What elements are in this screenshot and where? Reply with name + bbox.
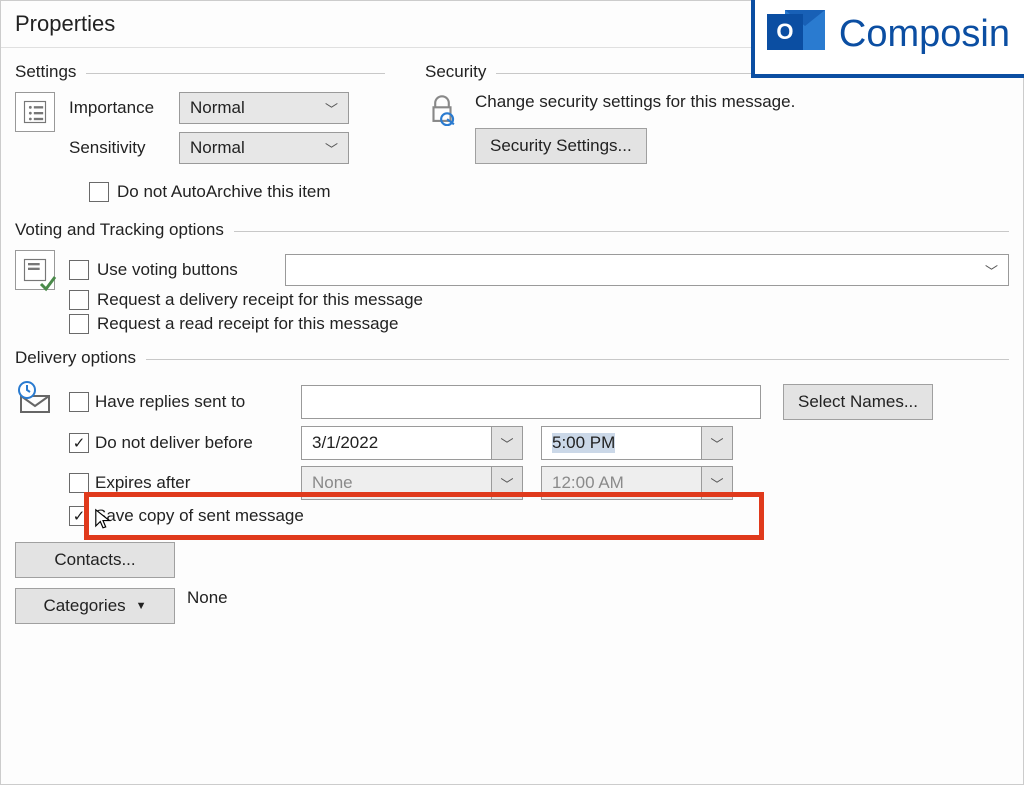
settings-label-text: Settings (15, 62, 76, 82)
save-copy-label: Save copy of sent message (95, 506, 304, 526)
lock-icon (425, 92, 459, 131)
expires-time-dropdown[interactable]: 12:00 AM ﹀ (541, 466, 733, 500)
replies-label: Have replies sent to (95, 392, 295, 412)
select-names-button[interactable]: Select Names... (783, 384, 933, 420)
delivery-icon (15, 378, 55, 418)
overlay-title: Composin (839, 13, 1010, 56)
contacts-input[interactable] (187, 542, 1009, 578)
sensitivity-dropdown[interactable]: Normal ﹀ (179, 132, 349, 164)
voting-group-label: Voting and Tracking options (15, 220, 1009, 240)
use-voting-label: Use voting buttons (97, 260, 277, 280)
delivery-receipt-checkbox[interactable] (69, 290, 89, 310)
delivery-label-text: Delivery options (15, 348, 136, 368)
properties-dialog: Properties Settings Importance (0, 0, 1024, 785)
do-not-deliver-time-value: 5:00 PM (541, 426, 701, 460)
replies-input[interactable] (301, 385, 761, 419)
do-not-deliver-checkbox[interactable]: ✓ (69, 433, 89, 453)
chevron-down-icon: ﹀ (491, 426, 523, 460)
select-names-button-label: Select Names... (798, 392, 918, 412)
outlook-icon: O (767, 8, 825, 60)
delivery-group-label: Delivery options (15, 348, 1009, 368)
read-receipt-checkbox[interactable] (69, 314, 89, 334)
sensitivity-value: Normal (190, 138, 245, 158)
chevron-down-icon: ﹀ (491, 466, 523, 500)
chevron-down-icon: ﹀ (701, 466, 733, 500)
expires-time-value: 12:00 AM (541, 466, 701, 500)
voting-dropdown[interactable]: ﹀ (285, 254, 1009, 286)
sensitivity-label: Sensitivity (69, 138, 169, 158)
contacts-button-label: Contacts... (54, 550, 135, 570)
triangle-down-icon: ▼ (136, 600, 147, 612)
settings-icon (15, 92, 55, 132)
autoarchive-label: Do not AutoArchive this item (117, 182, 331, 202)
categories-button-label: Categories (43, 596, 125, 616)
tracking-icon (15, 250, 55, 290)
expires-date-dropdown[interactable]: None ﹀ (301, 466, 523, 500)
divider (86, 73, 385, 74)
do-not-deliver-date-dropdown[interactable]: 3/1/2022 ﹀ (301, 426, 523, 460)
read-receipt-label: Request a read receipt for this message (97, 314, 398, 334)
security-label-text: Security (425, 62, 486, 82)
expires-checkbox[interactable] (69, 473, 89, 493)
chevron-down-icon: ﹀ (985, 261, 998, 280)
use-voting-checkbox[interactable] (69, 260, 89, 280)
voting-label-text: Voting and Tracking options (15, 220, 224, 240)
importance-label: Importance (69, 98, 169, 118)
security-settings-button[interactable]: Security Settings... (475, 128, 647, 164)
outlook-overlay: O Composin (751, 0, 1024, 78)
dialog-content: Settings Importance Normal ﹀ (1, 48, 1023, 632)
divider (234, 231, 1009, 232)
expires-label: Expires after (95, 473, 295, 493)
importance-value: Normal (190, 98, 245, 118)
chevron-down-icon: ﹀ (701, 426, 733, 460)
divider (146, 359, 1009, 360)
do-not-deliver-row: ✓ Do not deliver before 3/1/2022 ﹀ 5:00 … (69, 426, 1009, 460)
security-description: Change security settings for this messag… (475, 92, 795, 112)
do-not-deliver-date-value: 3/1/2022 (301, 426, 491, 460)
chevron-down-icon: ﹀ (325, 139, 338, 158)
chevron-down-icon: ﹀ (325, 99, 338, 118)
expires-date-value: None (301, 466, 491, 500)
contacts-button[interactable]: Contacts... (15, 542, 175, 578)
autoarchive-checkbox[interactable] (89, 182, 109, 202)
categories-button[interactable]: Categories ▼ (15, 588, 175, 624)
settings-group-label: Settings (15, 62, 385, 82)
categories-input[interactable]: None (187, 588, 1009, 624)
delivery-receipt-label: Request a delivery receipt for this mess… (97, 290, 423, 310)
do-not-deliver-label: Do not deliver before (95, 433, 295, 453)
security-settings-button-label: Security Settings... (490, 136, 632, 156)
importance-dropdown[interactable]: Normal ﹀ (179, 92, 349, 124)
replies-checkbox[interactable] (69, 392, 89, 412)
save-copy-checkbox[interactable]: ✓ (69, 506, 89, 526)
do-not-deliver-time-dropdown[interactable]: 5:00 PM ﹀ (541, 426, 733, 460)
